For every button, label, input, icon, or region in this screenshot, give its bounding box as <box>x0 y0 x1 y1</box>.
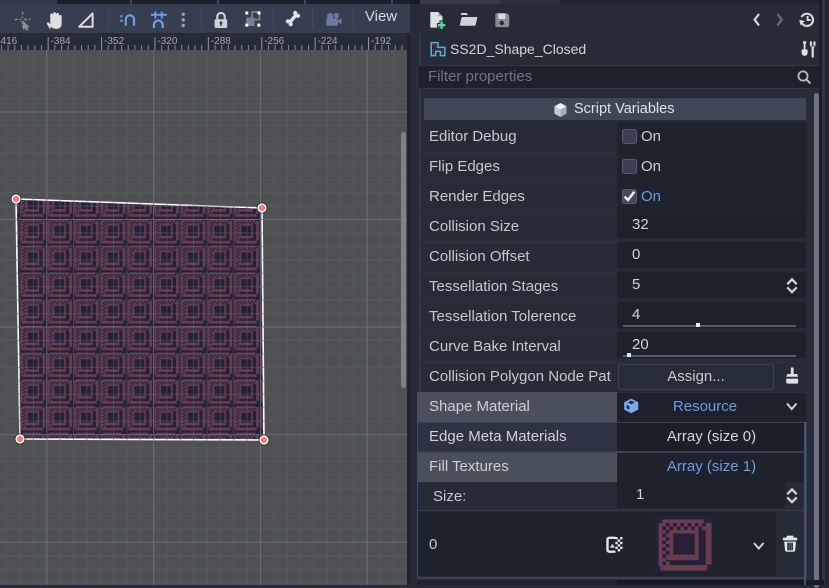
svg-text:-288: -288 <box>211 36 231 47</box>
svg-text:-384: -384 <box>51 36 71 47</box>
svg-text:-192: -192 <box>371 36 391 47</box>
svg-text:-352: -352 <box>104 36 124 47</box>
svg-text:-320: -320 <box>157 36 177 47</box>
svg-text:-224: -224 <box>318 36 338 47</box>
svg-text:-416: -416 <box>0 36 18 47</box>
svg-text:-256: -256 <box>264 36 284 47</box>
